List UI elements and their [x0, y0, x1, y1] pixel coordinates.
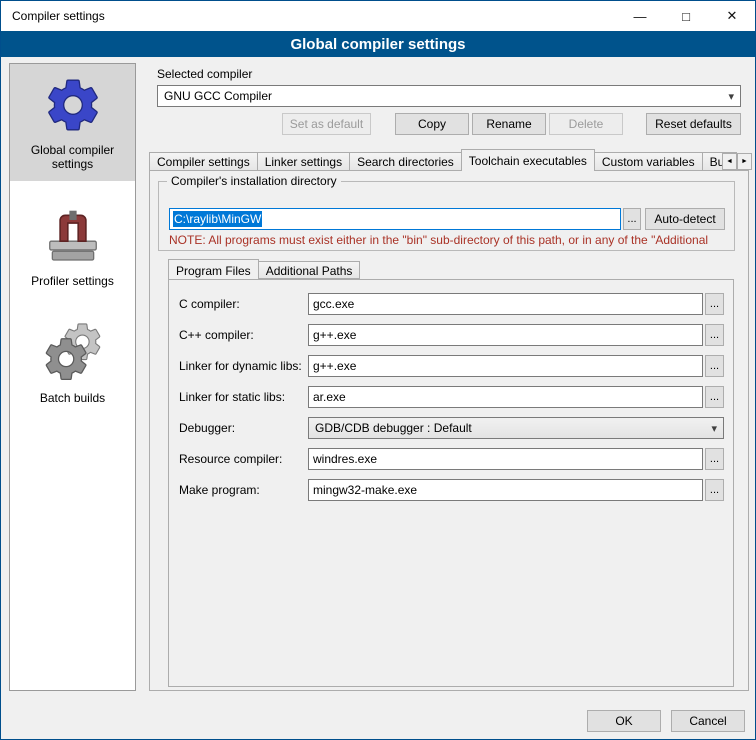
global-compiler-settings-gear-icon [42, 74, 104, 136]
cancel-button[interactable]: Cancel [671, 710, 745, 732]
settings-category-list: Global compiler settings Profiler settin… [9, 63, 136, 691]
dynamic-linker-label: Linker for dynamic libs: [179, 355, 302, 377]
sidebar-item-global-compiler-settings[interactable]: Global compiler settings [10, 64, 135, 181]
resource-compiler-browse-button[interactable]: ... [705, 448, 724, 470]
field-row-resource-compiler: Resource compiler: ... [169, 448, 733, 470]
sidebar-item-label: Profiler settings [31, 274, 114, 288]
install-dir-browse-button[interactable]: ... [623, 208, 641, 230]
field-row-make-program: Make program: ... [169, 479, 733, 501]
field-row-debugger: Debugger: GDB/CDB debugger : Default ▾ [169, 417, 733, 439]
window-title: Compiler settings [12, 9, 105, 23]
reset-defaults-button[interactable]: Reset defaults [646, 113, 741, 135]
program-files-tab-strip: Program Files Additional Paths [168, 259, 360, 279]
field-row-c-compiler: C compiler: ... [169, 293, 733, 315]
make-program-label: Make program: [179, 479, 260, 501]
cpp-compiler-browse-button[interactable]: ... [705, 324, 724, 346]
settings-tab-strip: Compiler settings Linker settings Search… [149, 149, 737, 171]
c-compiler-input[interactable] [308, 293, 703, 315]
close-button[interactable]: ✕ [709, 1, 755, 31]
installation-directory-group: Compiler's installation directory C:\ray… [158, 181, 735, 251]
set-as-default-button[interactable]: Set as default [282, 113, 371, 135]
debugger-select[interactable]: GDB/CDB debugger : Default ▾ [308, 417, 724, 439]
auto-detect-button[interactable]: Auto-detect [645, 208, 725, 230]
static-linker-browse-button[interactable]: ... [705, 386, 724, 408]
profiler-settings-tool-icon [42, 205, 104, 267]
delete-button[interactable]: Delete [549, 113, 623, 135]
chevron-down-icon: ▾ [728, 90, 734, 103]
tab-compiler-settings[interactable]: Compiler settings [149, 152, 258, 171]
rename-button[interactable]: Rename [472, 113, 546, 135]
batch-builds-gears-icon [42, 322, 104, 384]
install-dir-selected-text: C:\raylib\MinGW [173, 211, 262, 227]
selected-compiler-select[interactable]: GNU GCC Compiler ▾ [157, 85, 741, 107]
install-dir-input[interactable]: C:\raylib\MinGW [169, 208, 621, 230]
field-row-cpp-compiler: C++ compiler: ... [169, 324, 733, 346]
tab-search-directories[interactable]: Search directories [349, 152, 462, 171]
tab-custom-variables[interactable]: Custom variables [594, 152, 703, 171]
copy-button[interactable]: Copy [395, 113, 469, 135]
dynamic-linker-input[interactable] [308, 355, 703, 377]
tab-linker-settings[interactable]: Linker settings [257, 152, 350, 171]
maximize-button[interactable]: □ [663, 1, 709, 31]
sidebar-item-label: Global compiler settings [14, 143, 131, 171]
c-compiler-browse-button[interactable]: ... [705, 293, 724, 315]
subtab-program-files[interactable]: Program Files [168, 259, 259, 279]
installation-directory-group-title: Compiler's installation directory [167, 174, 341, 188]
tab-toolchain-executables[interactable]: Toolchain executables [461, 149, 595, 171]
window-controls: — □ ✕ [617, 1, 755, 31]
selected-compiler-value: GNU GCC Compiler [164, 89, 272, 103]
debugger-label: Debugger: [179, 417, 235, 439]
toolchain-executables-panel: Compiler's installation directory C:\ray… [149, 170, 749, 691]
c-compiler-label: C compiler: [179, 293, 240, 315]
minimize-button[interactable]: — [617, 1, 663, 31]
selected-compiler-label: Selected compiler [157, 67, 252, 81]
debugger-value: GDB/CDB debugger : Default [315, 421, 472, 435]
cpp-compiler-input[interactable] [308, 324, 703, 346]
dynamic-linker-browse-button[interactable]: ... [705, 355, 724, 377]
make-program-browse-button[interactable]: ... [705, 479, 724, 501]
static-linker-input[interactable] [308, 386, 703, 408]
static-linker-label: Linker for static libs: [179, 386, 285, 408]
cpp-compiler-label: C++ compiler: [179, 324, 254, 346]
ok-button[interactable]: OK [587, 710, 661, 732]
field-row-dynamic-linker: Linker for dynamic libs: ... [169, 355, 733, 377]
program-files-panel: C compiler: ... C++ compiler: ... Linker… [168, 279, 734, 687]
title-bar[interactable]: Compiler settings — □ ✕ [1, 1, 755, 31]
chevron-down-icon: ▾ [711, 422, 717, 435]
sidebar-item-profiler-settings[interactable]: Profiler settings [10, 195, 135, 298]
sidebar-item-batch-builds[interactable]: Batch builds [10, 312, 135, 415]
resource-compiler-input[interactable] [308, 448, 703, 470]
make-program-input[interactable] [308, 479, 703, 501]
sidebar-item-label: Batch builds [40, 391, 105, 405]
dialog-header: Global compiler settings [1, 31, 755, 57]
tab-scroll-right-icon[interactable]: ► [737, 153, 752, 170]
compiler-settings-window: Compiler settings — □ ✕ Global compiler … [0, 0, 756, 740]
resource-compiler-label: Resource compiler: [179, 448, 282, 470]
subtab-additional-paths[interactable]: Additional Paths [258, 261, 361, 279]
tab-scroll-left-icon[interactable]: ◄ [722, 153, 737, 170]
field-row-static-linker: Linker for static libs: ... [169, 386, 733, 408]
bin-subdirectory-note: NOTE: All programs must exist either in … [169, 233, 727, 247]
